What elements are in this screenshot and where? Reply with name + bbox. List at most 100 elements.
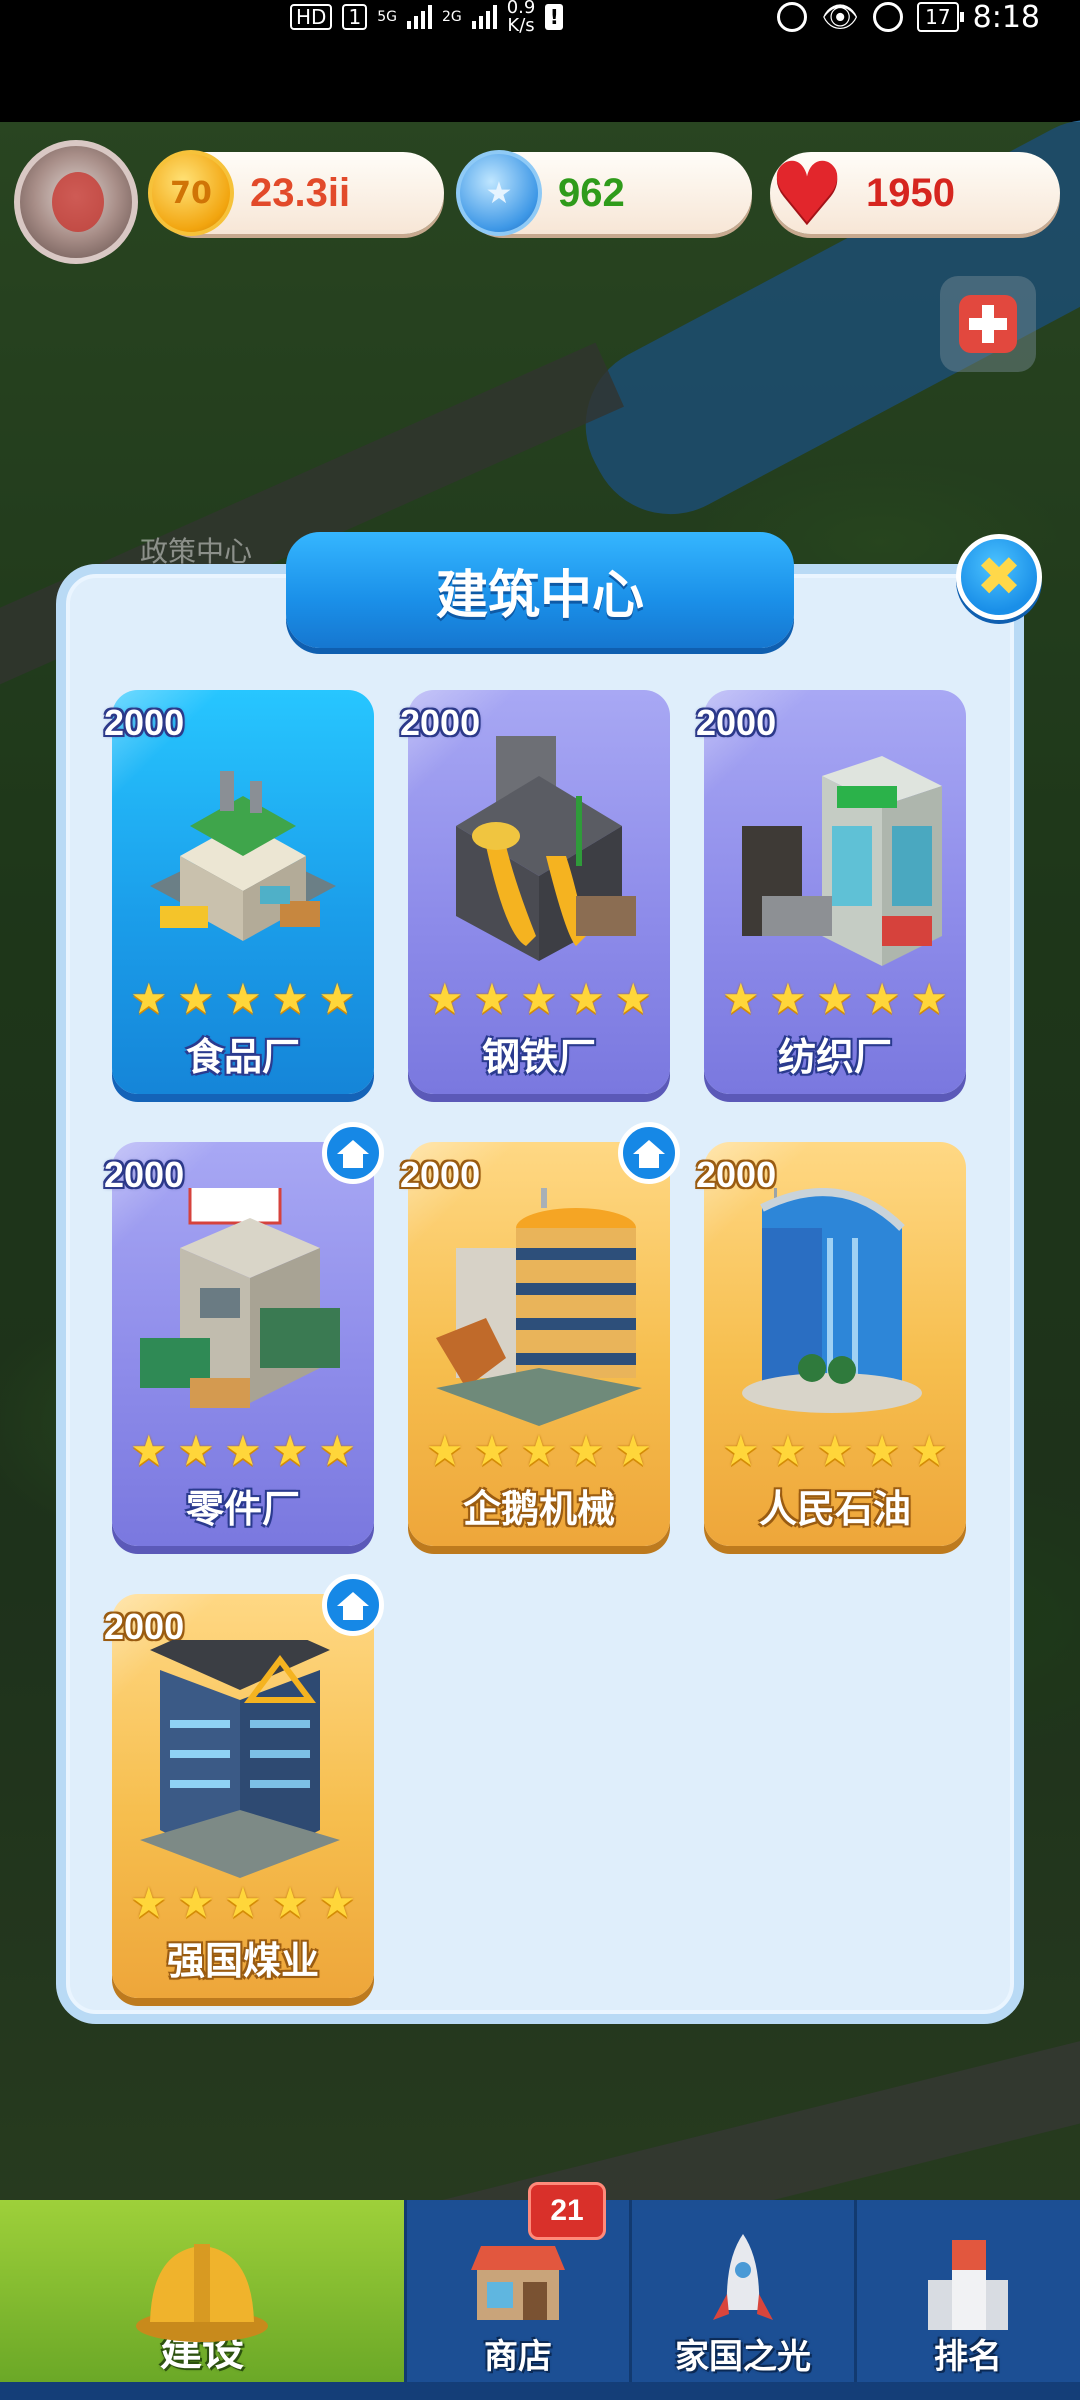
nav-shop-label: 商店 [484,2337,552,2377]
gem-counter[interactable]: ★ 962 [456,150,752,236]
card-name: 零件厂 [185,1487,300,1531]
speed-unit: K/s [507,15,535,36]
food-factory-illustration [150,771,336,941]
building-card-coal-company[interactable]: 2000 ★ ★ ★ ★ ★ 强国煤业 [104,1574,384,1998]
player-avatar[interactable] [14,140,138,264]
peoples-oil-illustration [742,1188,922,1413]
sim-indicator: 1 [342,4,368,30]
status-bar: HD 1 5G 2G 0.9 K/s ! 👁 17 8:18 [0,0,1080,122]
coin-icon: 70 [148,150,234,236]
status-left: HD 1 5G 2G 0.9 K/s ! [290,0,564,35]
star-icon: ★ [177,974,215,1023]
signal-bars-2-icon [471,5,497,29]
building-card-steel-factory[interactable]: 2000 ★ ★ ★ ★ ★ 钢铁厂 [400,690,670,1094]
star-icon: ★ [318,1426,356,1475]
textile-factory-illustration [742,756,942,966]
star-icon: ★ [318,974,356,1023]
network-speed: 0.9 K/s [507,0,536,35]
hard-hat-icon [136,2244,268,2342]
avatar-image [52,172,104,232]
nav-rank-tab[interactable]: 排名 [854,2200,1079,2400]
rocket-icon [713,2234,773,2320]
coal-company-illustration [140,1640,340,1878]
star-icon: ★ [426,974,464,1023]
star-icon: ★ [863,1426,901,1475]
star-icon: ★ [130,1878,168,1927]
star-icon: ★ [473,974,511,1023]
star-icon: ★ [722,974,760,1023]
star-icon: ★ [520,974,558,1023]
battery-icon: 17 [917,2,965,32]
heart-icon: ♥ [769,144,845,242]
star-icon: ★ [614,974,652,1023]
card-name: 纺织厂 [777,1035,892,1079]
ranking-podium-icon [928,2240,1008,2330]
dialog-title: 建筑中心 [286,532,794,648]
card-name: 人民石油 [758,1487,911,1531]
nav-glory-tab[interactable]: 家国之光 [629,2200,854,2400]
star-icon: ★ [614,1426,652,1475]
owned-home-icon [618,1122,680,1184]
star-icon: ★ [520,1426,558,1475]
coin-value: 23.3ii [250,170,351,215]
star-icon: ★ [271,974,309,1023]
star-icon: ★ [271,1878,309,1927]
building-card-parts-factory[interactable]: 2000 ★ ★ ★ ★ ★ 零件厂 [104,1122,384,1546]
star-icon: ★ [816,974,854,1023]
game-screen: HD 1 5G 2G 0.9 K/s ! 👁 17 8:18 政策中心 70 2… [0,0,1080,2400]
star-rating: ★ ★ ★ ★ ★ [130,1430,356,1472]
star-icon: ★ [769,974,807,1023]
card-name: 食品厂 [185,1035,300,1079]
penguin-machinery-illustration [436,1188,642,1426]
heart-counter[interactable]: ♥ 1950 [769,150,1060,236]
star-icon: ★ [473,1426,511,1475]
building-card-textile-factory[interactable]: 2000 ★ ★ ★ ★ ★ 纺织厂 [696,690,966,1094]
card-name: 钢铁厂 [481,1035,596,1079]
star-icon: ★ [318,1878,356,1927]
warning-icon: ! [545,4,564,30]
gesture-bar [0,2382,1080,2400]
star-icon: ★ [567,974,605,1023]
parts-factory-illustration [140,1188,340,1408]
star-rating: ★ ★ ★ ★ ★ [722,1430,948,1472]
owned-home-icon [322,1574,384,1636]
star-icon: ★ [224,1426,262,1475]
medical-cross-icon [959,295,1017,353]
card-name: 企鹅机械 [462,1487,615,1531]
medical-kit-button[interactable] [940,276,1036,372]
building-card-peoples-oil[interactable]: 2000 ★ ★ ★ ★ ★ 人民石油 [696,1142,966,1546]
star-icon: ★ [177,1878,215,1927]
star-rating: ★ ★ ★ ★ ★ [722,978,948,1020]
rotation-icon [777,2,808,32]
building-card-food-factory[interactable]: 2000 ★ ★ ★ ★ ★ 食品厂 [104,690,374,1094]
building-card-penguin-machinery[interactable]: 2000 ★ ★ ★ ★ ★ 企鹅机械 [400,1122,680,1546]
hd-indicator: HD [290,4,333,30]
star-icon: ★ [722,1426,760,1475]
star-rating: ★ ★ ★ ★ ★ [130,1882,356,1924]
close-button[interactable]: ✖ [956,534,1042,620]
star-gem-icon: ★ [456,150,542,236]
shop-icon [471,2246,565,2320]
coin-counter[interactable]: 70 23.3ii [148,150,444,236]
star-icon: ★ [130,974,168,1023]
owned-home-icon [322,1122,384,1184]
network-2g-label: 2G [441,9,462,25]
star-rating: ★ ★ ★ ★ ★ [426,1430,652,1472]
star-icon: ★ [769,1426,807,1475]
status-right: 👁 17 8:18 [777,0,1040,35]
star-rating: ★ ★ ★ ★ ★ [130,978,356,1020]
star-icon: ★ [426,1426,464,1475]
star-icon: ★ [910,974,948,1023]
star-icon: ★ [271,1426,309,1475]
star-icon: ★ [863,974,901,1023]
star-rating: ★ ★ ★ ★ ★ [426,978,652,1020]
shop-notification-badge: 21 [528,2182,606,2240]
clock: 8:18 [972,0,1040,35]
star-icon: ★ [224,1878,262,1927]
steel-factory-illustration [456,736,636,961]
eye-icon: 👁 [821,0,860,35]
star-icon: ★ [910,1426,948,1475]
nav-build-tab[interactable]: 建设 [0,2200,404,2400]
network-5g-label: 5G [377,9,397,25]
gem-value: 962 [558,170,625,215]
